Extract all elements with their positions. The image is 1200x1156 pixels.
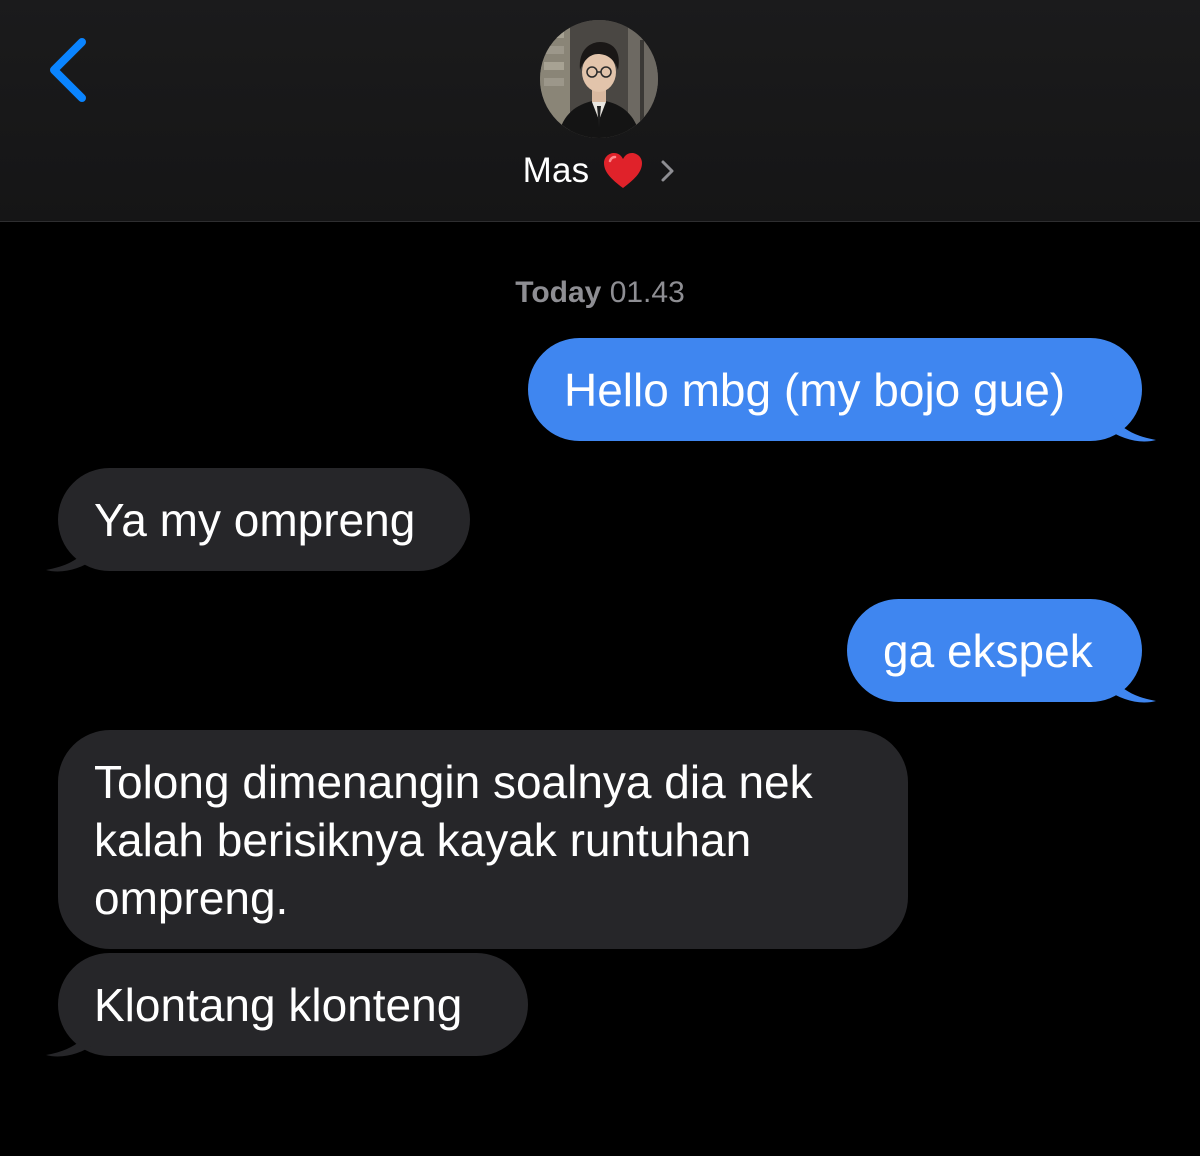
timestamp-day: Today (515, 276, 602, 309)
back-button[interactable] (40, 30, 100, 110)
contact-photo (540, 20, 658, 138)
message-bubble-sent[interactable]: Hello mbg (my bojo gue) (528, 338, 1142, 441)
avatar[interactable] (540, 20, 658, 138)
bubble-tail (1106, 659, 1156, 703)
conversation-header: Mas (0, 0, 1200, 222)
bubble-tail (1106, 398, 1156, 442)
message-bubble-received[interactable]: Ya my ompreng (58, 468, 470, 571)
contact-details-button[interactable]: Mas (0, 146, 1200, 196)
message-text: Klontang klonteng (94, 979, 463, 1031)
contact-name: Mas (522, 151, 590, 190)
message-bubble-received[interactable]: Tolong dimenangin soalnya dia nek kalah … (58, 730, 908, 949)
message-bubble-sent[interactable]: ga ekspek (847, 599, 1142, 702)
message-text: Tolong dimenangin soalnya dia nek kalah … (94, 756, 813, 924)
bubble-tail (46, 528, 96, 572)
chevron-right-icon (661, 160, 674, 182)
message-text: Ya my ompreng (94, 494, 416, 546)
bubble-tail (46, 1013, 96, 1057)
message-bubble-received[interactable]: Klontang klonteng (58, 953, 528, 1056)
message-text: ga ekspek (883, 625, 1093, 677)
timestamp-time: 01.43 (609, 276, 685, 309)
messages-screen: Mas Today 01.43 Hello mbg (my bojo gue) … (0, 0, 1200, 1156)
chevron-left-icon (50, 38, 86, 102)
message-text: Hello mbg (my bojo gue) (564, 364, 1066, 416)
heart-icon (604, 153, 643, 188)
conversation-timestamp: Today 01.43 (0, 276, 1200, 310)
